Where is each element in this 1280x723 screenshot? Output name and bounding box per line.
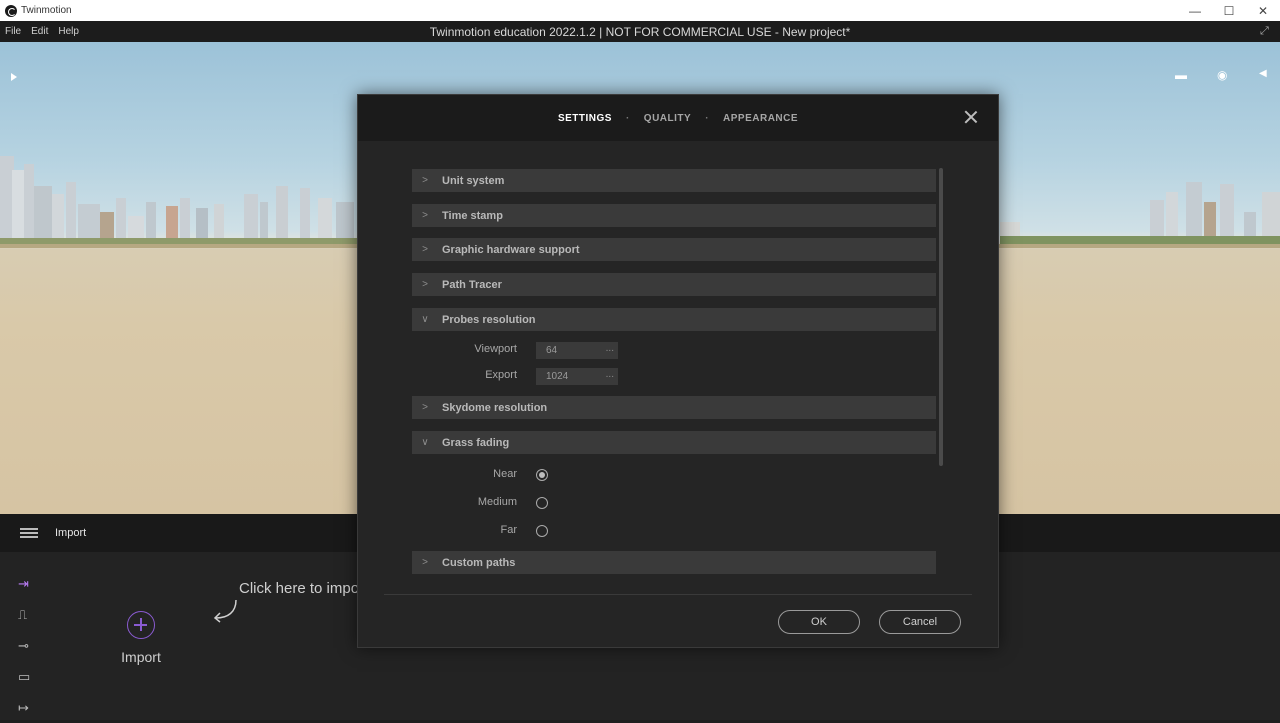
section-custom-paths[interactable]: > Custom paths <box>412 551 936 574</box>
close-icon[interactable] <box>964 110 978 124</box>
import-hint-text: Click here to impo <box>239 580 360 597</box>
curved-arrow-icon <box>213 599 237 623</box>
viewport-probe-value: 64 <box>546 345 558 356</box>
chevron-right-icon: > <box>422 279 428 290</box>
section-grass-fading[interactable]: ∨ Grass fading <box>412 431 936 454</box>
chevron-right-icon: > <box>422 557 428 568</box>
hamburger-menu-icon[interactable] <box>20 527 38 539</box>
more-options-icon[interactable]: ... <box>606 343 614 354</box>
export-probe-value: 1024 <box>546 371 569 382</box>
import-tile-label: Import <box>121 649 161 665</box>
panel-title: Import <box>55 527 87 539</box>
near-radio[interactable] <box>536 469 548 481</box>
section-title: Custom paths <box>442 556 516 569</box>
chevron-right-icon: > <box>422 210 428 221</box>
tab-separator: · <box>625 112 630 124</box>
os-app-name: Twinmotion <box>21 5 72 16</box>
maximize-button[interactable]: ☐ <box>1212 0 1246 21</box>
section-title: Probes resolution <box>442 313 536 326</box>
chevron-right-icon: > <box>422 402 428 413</box>
expand-left-panel-icon[interactable] <box>11 73 17 81</box>
section-title: Time stamp <box>442 209 503 222</box>
section-probes-resolution[interactable]: ∨ Probes resolution <box>412 308 936 331</box>
more-options-icon[interactable]: ... <box>606 369 614 380</box>
collapse-right-panel-icon[interactable]: ◀ <box>1259 68 1267 79</box>
section-title: Skydome resolution <box>442 401 548 414</box>
tab-separator: · <box>705 112 710 124</box>
import-tile[interactable]: Import <box>115 611 167 665</box>
menu-edit[interactable]: Edit <box>26 26 53 37</box>
viewport-label: Viewport <box>474 343 517 355</box>
chevron-right-icon: > <box>422 244 428 255</box>
settings-dialog: SETTINGS · QUALITY · APPEARANCE > Unit s… <box>357 94 999 648</box>
settings-slider-tab-icon[interactable]: ⊸ <box>18 630 42 661</box>
close-window-button[interactable]: ✕ <box>1246 0 1280 21</box>
medium-label: Medium <box>477 496 517 508</box>
section-title: Path Tracer <box>442 278 502 291</box>
menu-file[interactable]: File <box>0 26 26 37</box>
os-titlebar: Twinmotion — ☐ ✕ <box>0 0 1280 21</box>
media-tab-icon[interactable]: ▭ <box>18 661 42 692</box>
section-title: Graphic hardware support <box>442 243 580 256</box>
export-label: Export <box>485 369 517 381</box>
chevron-right-icon: > <box>422 175 428 186</box>
layout-icon[interactable]: ▬ <box>1175 68 1187 82</box>
dialog-divider <box>384 594 972 595</box>
tab-settings[interactable]: SETTINGS <box>554 113 616 124</box>
minimize-button[interactable]: — <box>1178 0 1212 21</box>
menu-help[interactable]: Help <box>53 26 84 37</box>
bottom-side-toolbar: ⇥ ⎍ ⊸ ▭ ↦ <box>18 568 42 723</box>
eye-icon[interactable]: ◉ <box>1217 68 1227 82</box>
tab-quality[interactable]: QUALITY <box>640 113 695 124</box>
section-title: Grass fading <box>442 436 510 449</box>
window-title: Twinmotion education 2022.1.2 | NOT FOR … <box>429 24 851 39</box>
window-controls: — ☐ ✕ <box>1178 0 1280 21</box>
fullscreen-icon[interactable]: ⤢ <box>1260 25 1272 37</box>
ok-button[interactable]: OK <box>778 610 860 634</box>
import-tab-icon[interactable]: ⇥ <box>18 568 42 599</box>
section-unit-system[interactable]: > Unit system <box>412 169 936 192</box>
tab-appearance[interactable]: APPEARANCE <box>719 113 802 124</box>
section-title: Unit system <box>442 174 505 187</box>
export-probe-input[interactable]: 1024 ... <box>536 368 618 385</box>
section-time-stamp[interactable]: > Time stamp <box>412 204 936 227</box>
populate-tab-icon[interactable]: ⎍ <box>18 599 42 630</box>
export-tab-icon[interactable]: ↦ <box>18 692 42 723</box>
section-graphic-hardware-support[interactable]: > Graphic hardware support <box>412 238 936 261</box>
near-label: Near <box>493 468 517 480</box>
scrollbar[interactable] <box>939 168 943 466</box>
section-path-tracer[interactable]: > Path Tracer <box>412 273 936 296</box>
far-label: Far <box>500 524 518 536</box>
chevron-down-icon: ∨ <box>421 314 429 325</box>
twinmotion-logo-icon <box>5 4 17 17</box>
section-skydome-resolution[interactable]: > Skydome resolution <box>412 396 936 419</box>
far-radio[interactable] <box>536 525 548 537</box>
dialog-header: SETTINGS · QUALITY · APPEARANCE <box>358 95 998 141</box>
viewport-probe-input[interactable]: 64 ... <box>536 342 618 359</box>
cancel-button[interactable]: Cancel <box>879 610 961 634</box>
add-import-icon[interactable] <box>127 611 155 639</box>
medium-radio[interactable] <box>536 497 548 509</box>
menubar: Twinmotion education 2022.1.2 | NOT FOR … <box>0 21 1280 42</box>
chevron-down-icon: ∨ <box>421 437 429 448</box>
